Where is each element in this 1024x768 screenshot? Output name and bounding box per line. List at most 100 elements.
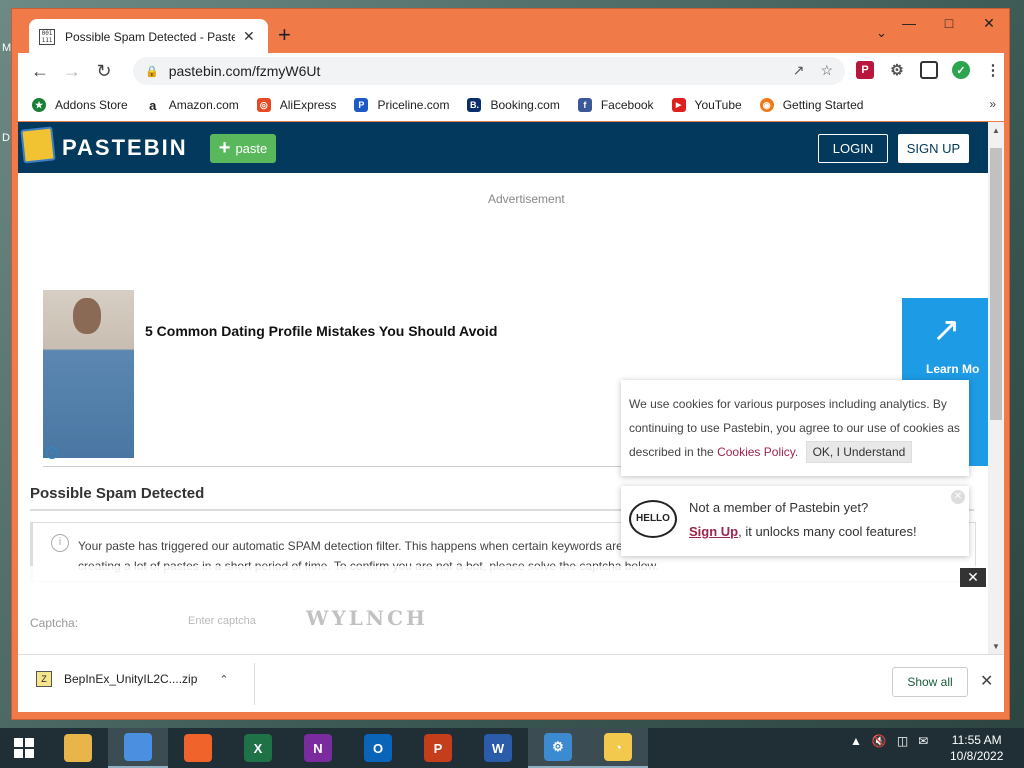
bookmark-item[interactable]: B. Booking.com (467, 98, 560, 112)
clock-time: 11:55 AM (951, 733, 1002, 747)
ad-info-icon[interactable]: i (46, 447, 58, 459)
clock-date: 10/8/2022 (950, 749, 1004, 763)
site-logo-text[interactable]: PASTEBIN (62, 135, 188, 161)
bookmark-item[interactable]: f Facebook (577, 98, 654, 112)
page-title: Possible Spam Detected (30, 485, 205, 502)
tab-active[interactable]: 001 111 Possible Spam Detected - Pastebi… (29, 19, 268, 54)
member-rest-text: , it unlocks many cool features! (738, 524, 917, 539)
powerpoint-icon: P (424, 734, 452, 762)
desktop-icon-label[interactable]: D (2, 132, 10, 144)
clock[interactable]: 11:55 AM 10/8/2022 (950, 732, 1003, 764)
taskbar-app[interactable]: N (288, 728, 348, 768)
taskbar-app[interactable] (168, 728, 228, 768)
bookmark-item[interactable]: ▶ YouTube (671, 98, 742, 112)
scroll-thumb[interactable] (990, 148, 1002, 420)
lock-icon[interactable]: 🔒 (145, 65, 159, 78)
pastebin-favicon-icon: 001 111 (39, 28, 55, 45)
download-file-name: BepInEx_UnityIL2C....zip (64, 672, 198, 686)
bookmark-star-icon[interactable]: ☆ (820, 62, 833, 79)
bookmark-item[interactable]: ★ Addons Store (32, 98, 128, 112)
captcha-label: Captcha: (30, 616, 79, 630)
cookie-accept-button[interactable]: OK, I Understand (805, 441, 913, 463)
cookies-policy-link[interactable]: Cookies Policy (717, 445, 795, 459)
new-paste-label: paste (235, 141, 268, 156)
taskbar-app[interactable] (48, 728, 108, 768)
desktop-icon-label[interactable]: M (2, 42, 11, 54)
volume-muted-icon[interactable]: 🔇 (872, 734, 887, 748)
taskbar-app[interactable] (108, 728, 168, 768)
network-icon[interactable]: ◫ (897, 734, 908, 748)
bookmark-label: Booking.com (490, 98, 560, 112)
ad-divider (43, 466, 643, 467)
taskbar-app[interactable]: W (468, 728, 528, 768)
chevron-up-icon[interactable]: ⌃ (219, 673, 228, 686)
booking-icon: B. (467, 98, 482, 112)
side-panel-icon[interactable] (920, 61, 938, 79)
cookie-banner: We use cookies for various purposes incl… (621, 380, 969, 476)
close-tab-icon[interactable]: ✕ (243, 28, 255, 45)
close-icon[interactable]: ✕ (951, 490, 965, 504)
ad-headline[interactable]: 5 Common Dating Profile Mistakes You Sho… (145, 323, 497, 339)
signup-button[interactable]: SIGN UP (898, 134, 969, 163)
reload-button[interactable]: ↻ (88, 61, 120, 82)
outlook-icon: O (364, 734, 392, 762)
back-button[interactable]: ← (24, 61, 56, 82)
download-separator (254, 663, 255, 705)
advertisement-label: Advertisement (488, 192, 565, 206)
word-icon: W (484, 734, 512, 762)
signup-link[interactable]: Sign Up (689, 524, 738, 539)
info-icon: i (51, 534, 69, 552)
firefox-getting-started-icon: ◉ (759, 98, 774, 112)
firefox-icon (184, 734, 212, 762)
pocket-extension-icon[interactable]: P (856, 61, 874, 79)
bookmark-label: YouTube (694, 98, 742, 112)
forward-button[interactable]: → (56, 61, 88, 82)
bookmarks-bar: ★ Addons Store a Amazon.com ◎ AliExpress… (18, 89, 1004, 121)
signup-prompt: HELLO Not a member of Pastebin yet? Sign… (621, 486, 969, 556)
bookmark-label: Facebook (600, 98, 654, 112)
taskbar-app[interactable]: X (228, 728, 288, 768)
extensions-puzzle-icon[interactable]: ⚙ (888, 61, 906, 79)
share-icon[interactable]: ↗ (793, 62, 805, 79)
browser-toolbar: ← → ↻ 🔒 pastebin.com/fzmyW6Ut ↗ ☆ P ⚙ ✓ … (18, 53, 1004, 89)
captcha-input[interactable]: Enter captcha (180, 608, 294, 636)
bookmark-item[interactable]: ◎ AliExpress (256, 98, 336, 112)
cookie-period: . (794, 445, 799, 459)
login-button[interactable]: LOGIN (818, 134, 888, 163)
menu-kebab-icon[interactable]: ⋮ (984, 61, 1002, 79)
action-center-icon[interactable]: ✉ (918, 734, 928, 748)
taskbar-app[interactable]: O (348, 728, 408, 768)
chrome-icon (124, 733, 152, 761)
maximize-button[interactable]: □ (929, 9, 969, 37)
shield-extension-icon[interactable]: ✓ (952, 61, 970, 79)
close-download-bar-icon[interactable]: ✕ (980, 671, 993, 691)
taskbar-apps: X N O P W ⚙ ◔ (48, 728, 648, 768)
new-paste-button[interactable]: + paste (210, 134, 276, 163)
taskbar-app[interactable]: ◔ (588, 728, 648, 768)
show-all-downloads-button[interactable]: Show all (892, 667, 968, 697)
browser-window: 001 111 Possible Spam Detected - Pastebi… (11, 8, 1010, 720)
close-overlay-button[interactable]: ✕ (960, 568, 986, 587)
security-icon: ◔ (604, 733, 632, 761)
ad-image[interactable] (43, 290, 134, 458)
download-item[interactable]: Z BepInEx_UnityIL2C....zip ⌃ (36, 671, 229, 687)
scroll-up-arrow-icon[interactable]: ▲ (992, 126, 1000, 135)
address-bar[interactable]: 🔒 pastebin.com/fzmyW6Ut ↗ ☆ (133, 57, 845, 85)
tray-overflow-icon[interactable]: ▲ (850, 734, 862, 748)
tab-search-icon[interactable]: ⌄ (876, 25, 887, 41)
taskbar-app[interactable]: ⚙ (528, 728, 588, 768)
bookmarks-overflow-icon[interactable]: » (989, 97, 996, 111)
taskbar-app[interactable]: P (408, 728, 468, 768)
bookmark-item[interactable]: a Amazon.com (145, 98, 239, 113)
windows-start-button[interactable] (0, 728, 48, 768)
pastebin-logo-icon[interactable] (20, 126, 56, 164)
close-window-button[interactable]: ✕ (969, 9, 1009, 37)
scroll-down-arrow-icon[interactable]: ▼ (992, 642, 1000, 651)
new-tab-button[interactable]: + (278, 23, 291, 47)
arrow-icon: ↗ (932, 311, 961, 349)
bookmark-item[interactable]: P Priceline.com (354, 98, 449, 112)
bookmark-label: Addons Store (55, 98, 128, 112)
page-scrollbar[interactable]: ▲ ▼ (988, 122, 1004, 654)
minimize-button[interactable]: — (889, 9, 929, 37)
bookmark-item[interactable]: ◉ Getting Started (759, 98, 863, 112)
